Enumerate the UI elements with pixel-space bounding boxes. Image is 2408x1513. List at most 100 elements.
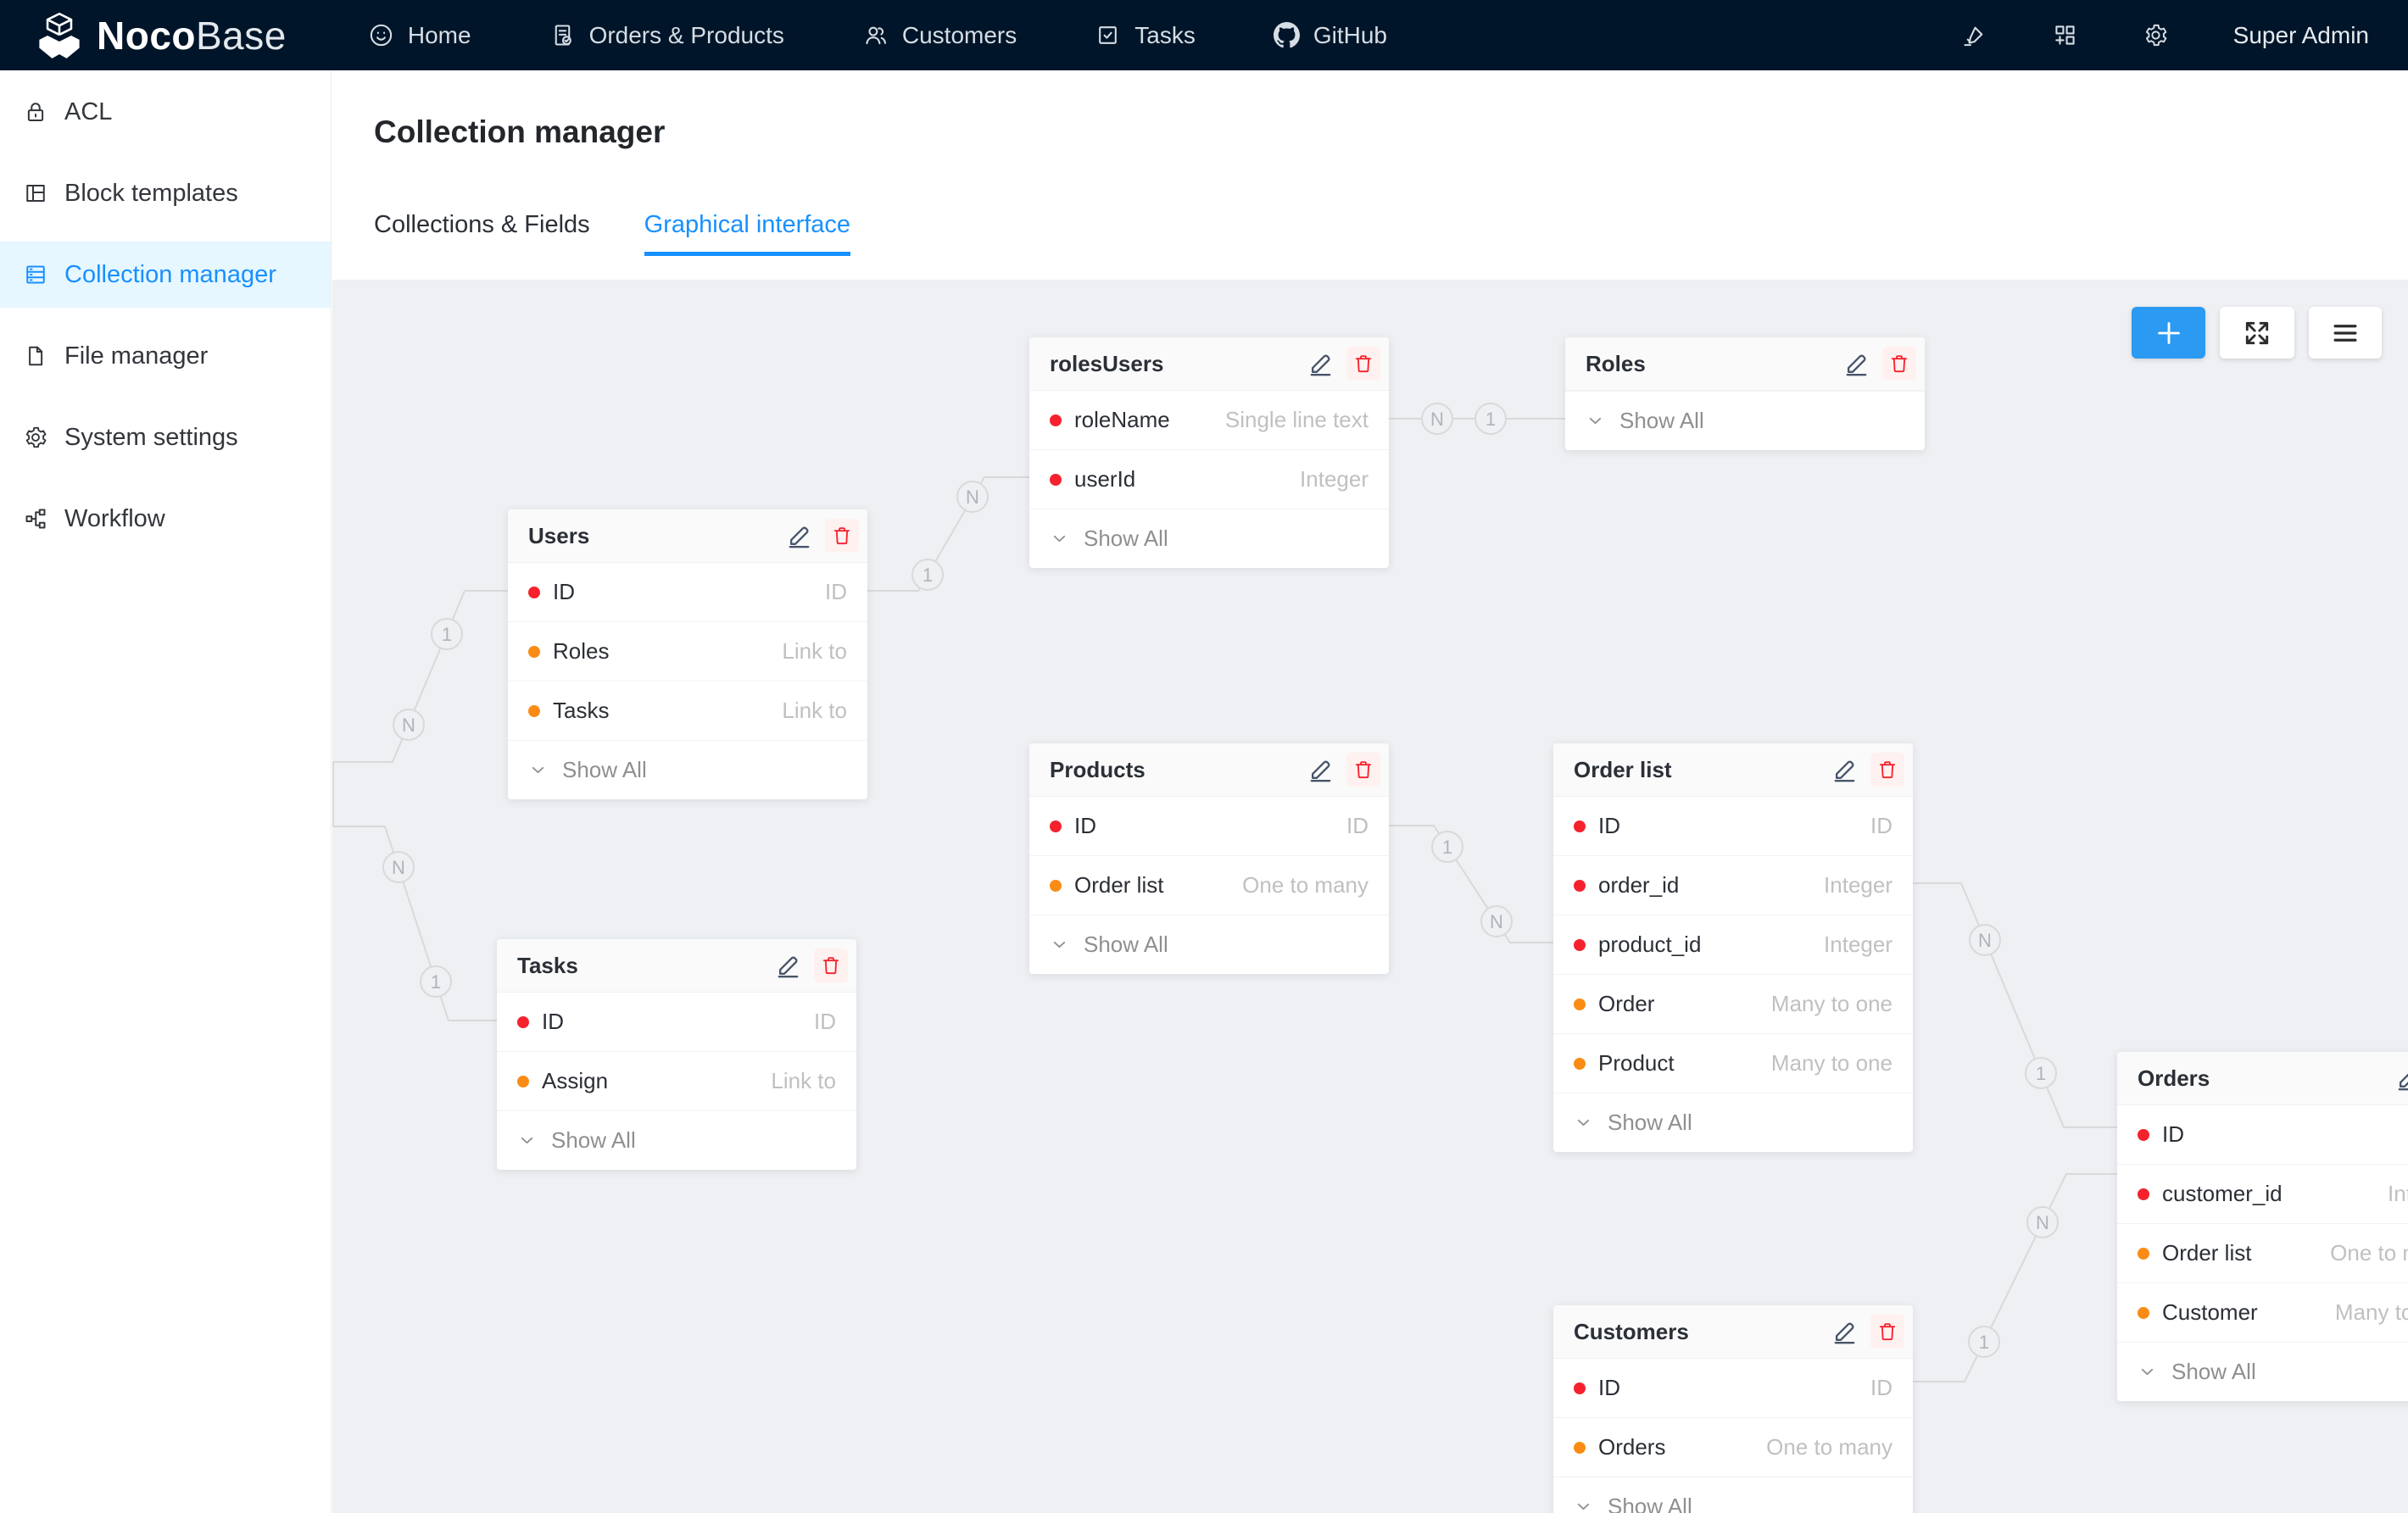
edit-collection-button[interactable]	[1307, 350, 1335, 378]
svg-text:N: N	[2036, 1212, 2049, 1233]
edit-collection-button[interactable]	[1307, 756, 1335, 784]
nav-item-customers[interactable]: Customers	[862, 22, 1017, 49]
sidebar-item-workflow[interactable]: Workflow	[0, 486, 331, 552]
field-dot	[517, 1016, 529, 1028]
collection-title: rolesUsers	[1050, 351, 1307, 377]
collection-card-tasks[interactable]: TasksIDIDAssignLink toShow All	[497, 939, 856, 1170]
show-all-toggle[interactable]: Show All	[1553, 1093, 1913, 1152]
nav-item-tasks[interactable]: Tasks	[1095, 22, 1196, 49]
field-name: roleName	[1074, 407, 1225, 433]
tab-graphical-interface[interactable]: Graphical interface	[644, 211, 850, 256]
collection-title: Orders	[2138, 1065, 2394, 1092]
block-icon	[23, 181, 48, 206]
show-all-toggle[interactable]: Show All	[1553, 1477, 1913, 1513]
nocobase-logo[interactable]: NocoBase	[36, 11, 287, 60]
field-row-order-list: Order listOne to many	[2117, 1223, 2408, 1282]
field-type: Integer	[1824, 932, 1892, 958]
ui-editor-button[interactable]	[2052, 22, 2078, 48]
show-all-toggle[interactable]: Show All	[1029, 509, 1389, 568]
show-all-toggle[interactable]: Show All	[497, 1110, 856, 1170]
field-type: ID	[1346, 813, 1368, 839]
gear-icon	[23, 425, 48, 450]
sidebar-item-file-manager[interactable]: File manager	[0, 323, 331, 389]
delete-collection-button[interactable]	[1870, 1315, 1904, 1349]
github-icon	[1274, 22, 1300, 48]
collection-card-products[interactable]: ProductsIDIDOrder listOne to manyShow Al…	[1029, 743, 1389, 974]
sidebar-item-label: Block templates	[64, 180, 238, 208]
collection-title: Order list	[1574, 757, 1831, 783]
sidebar-item-block-templates[interactable]: Block templates	[0, 160, 331, 226]
edit-collection-button[interactable]	[1842, 350, 1870, 378]
sidebar-item-label: ACL	[64, 98, 112, 126]
relation-line	[867, 477, 1029, 591]
field-dot	[1574, 1382, 1586, 1394]
cardinality-badge: 1	[1969, 1327, 1999, 1357]
collection-card-roles[interactable]: RolesShow All	[1565, 337, 1925, 450]
top-navbar: NocoBase Home Orders & Products Customers T…	[0, 0, 2408, 70]
sidebar-item-acl[interactable]: ACL	[0, 79, 331, 145]
delete-collection-button[interactable]	[825, 519, 859, 553]
delete-collection-button[interactable]	[1346, 753, 1380, 787]
field-type: One to many	[2330, 1240, 2408, 1266]
field-row-product-id: product_idInteger	[1553, 915, 1913, 974]
settings-button[interactable]	[2143, 22, 2169, 48]
delete-collection-button[interactable]	[814, 948, 848, 982]
collection-card-order-list[interactable]: Order listIDIDorder_idIntegerproduct_idI…	[1553, 743, 1913, 1152]
collection-title: Users	[528, 523, 785, 549]
fullscreen-button[interactable]	[2220, 307, 2294, 359]
orders-icon	[549, 22, 576, 48]
highlight-button[interactable]	[1961, 22, 1987, 48]
field-row-id: IDID	[508, 563, 867, 621]
field-row-id: IDID	[497, 993, 856, 1051]
collection-card-customers[interactable]: CustomersIDIDOrdersOne to manyShow All	[1553, 1305, 1913, 1513]
relation-line	[1913, 883, 2117, 1127]
delete-collection-button[interactable]	[1346, 347, 1380, 381]
cardinality-badge: N	[957, 481, 988, 512]
collection-card-rolesusers[interactable]: rolesUsersroleNameSingle line textuserId…	[1029, 337, 1389, 568]
menu-icon	[2329, 317, 2361, 349]
edit-collection-button[interactable]	[774, 952, 802, 980]
edit-collection-button[interactable]	[1831, 756, 1859, 784]
show-all-toggle[interactable]: Show All	[2117, 1342, 2408, 1401]
graph-canvas: 1NN11NN11NN1N1 UsersIDIDRolesLink toTask…	[332, 280, 2408, 1513]
show-all-label: Show All	[2171, 1359, 2256, 1385]
field-type: One to many	[1766, 1434, 1892, 1460]
edit-collection-button[interactable]	[1831, 1318, 1859, 1346]
collection-card-header: Products	[1029, 743, 1389, 797]
sidebar-item-collection-manager[interactable]: Collection manager	[0, 242, 331, 308]
edit-collection-button[interactable]	[2394, 1065, 2408, 1093]
cardinality-badge: N	[383, 852, 414, 882]
expand-icon	[2241, 317, 2273, 349]
nav-item-github[interactable]: GitHub	[1274, 22, 1387, 49]
edit-collection-button[interactable]	[785, 522, 813, 550]
show-all-toggle[interactable]: Show All	[1029, 915, 1389, 974]
field-row-roles: RolesLink to	[508, 621, 867, 681]
field-dot	[1050, 880, 1062, 892]
nav-item-label: Tasks	[1134, 22, 1196, 49]
field-name: Order list	[1074, 872, 1242, 898]
current-user[interactable]: Super Admin	[2233, 22, 2369, 49]
sidebar-item-label: System settings	[64, 424, 238, 452]
collections-menu-button[interactable]	[2309, 307, 2382, 359]
field-type: Integer	[2388, 1181, 2408, 1207]
sidebar-item-system-settings[interactable]: System settings	[0, 404, 331, 470]
delete-collection-button[interactable]	[1870, 753, 1904, 787]
nocobase-cube-icon	[36, 11, 83, 60]
show-all-toggle[interactable]: Show All	[508, 740, 867, 799]
field-name: Orders	[1598, 1434, 1766, 1460]
collection-card-header: Order list	[1553, 743, 1913, 797]
collection-title: Tasks	[517, 953, 774, 979]
collection-title: Products	[1050, 757, 1307, 783]
nav-item-home[interactable]: Home	[368, 22, 471, 49]
field-type: ID	[1870, 813, 1892, 839]
tab-collections-fields[interactable]: Collections & Fields	[374, 211, 590, 256]
collection-card-orders[interactable]: OrdersIDIDcustomer_idIntegerOrder listOn…	[2117, 1052, 2408, 1401]
field-name: userId	[1074, 466, 1300, 492]
field-row-product: ProductMany to one	[1553, 1033, 1913, 1093]
collection-card-users[interactable]: UsersIDIDRolesLink toTasksLink toShow Al…	[508, 509, 867, 799]
delete-collection-button[interactable]	[1882, 347, 1916, 381]
show-all-toggle[interactable]: Show All	[1565, 391, 1925, 450]
nav-item-orders-products[interactable]: Orders & Products	[549, 22, 784, 49]
svg-text:1: 1	[923, 565, 933, 586]
add-collection-button[interactable]	[2132, 307, 2205, 359]
